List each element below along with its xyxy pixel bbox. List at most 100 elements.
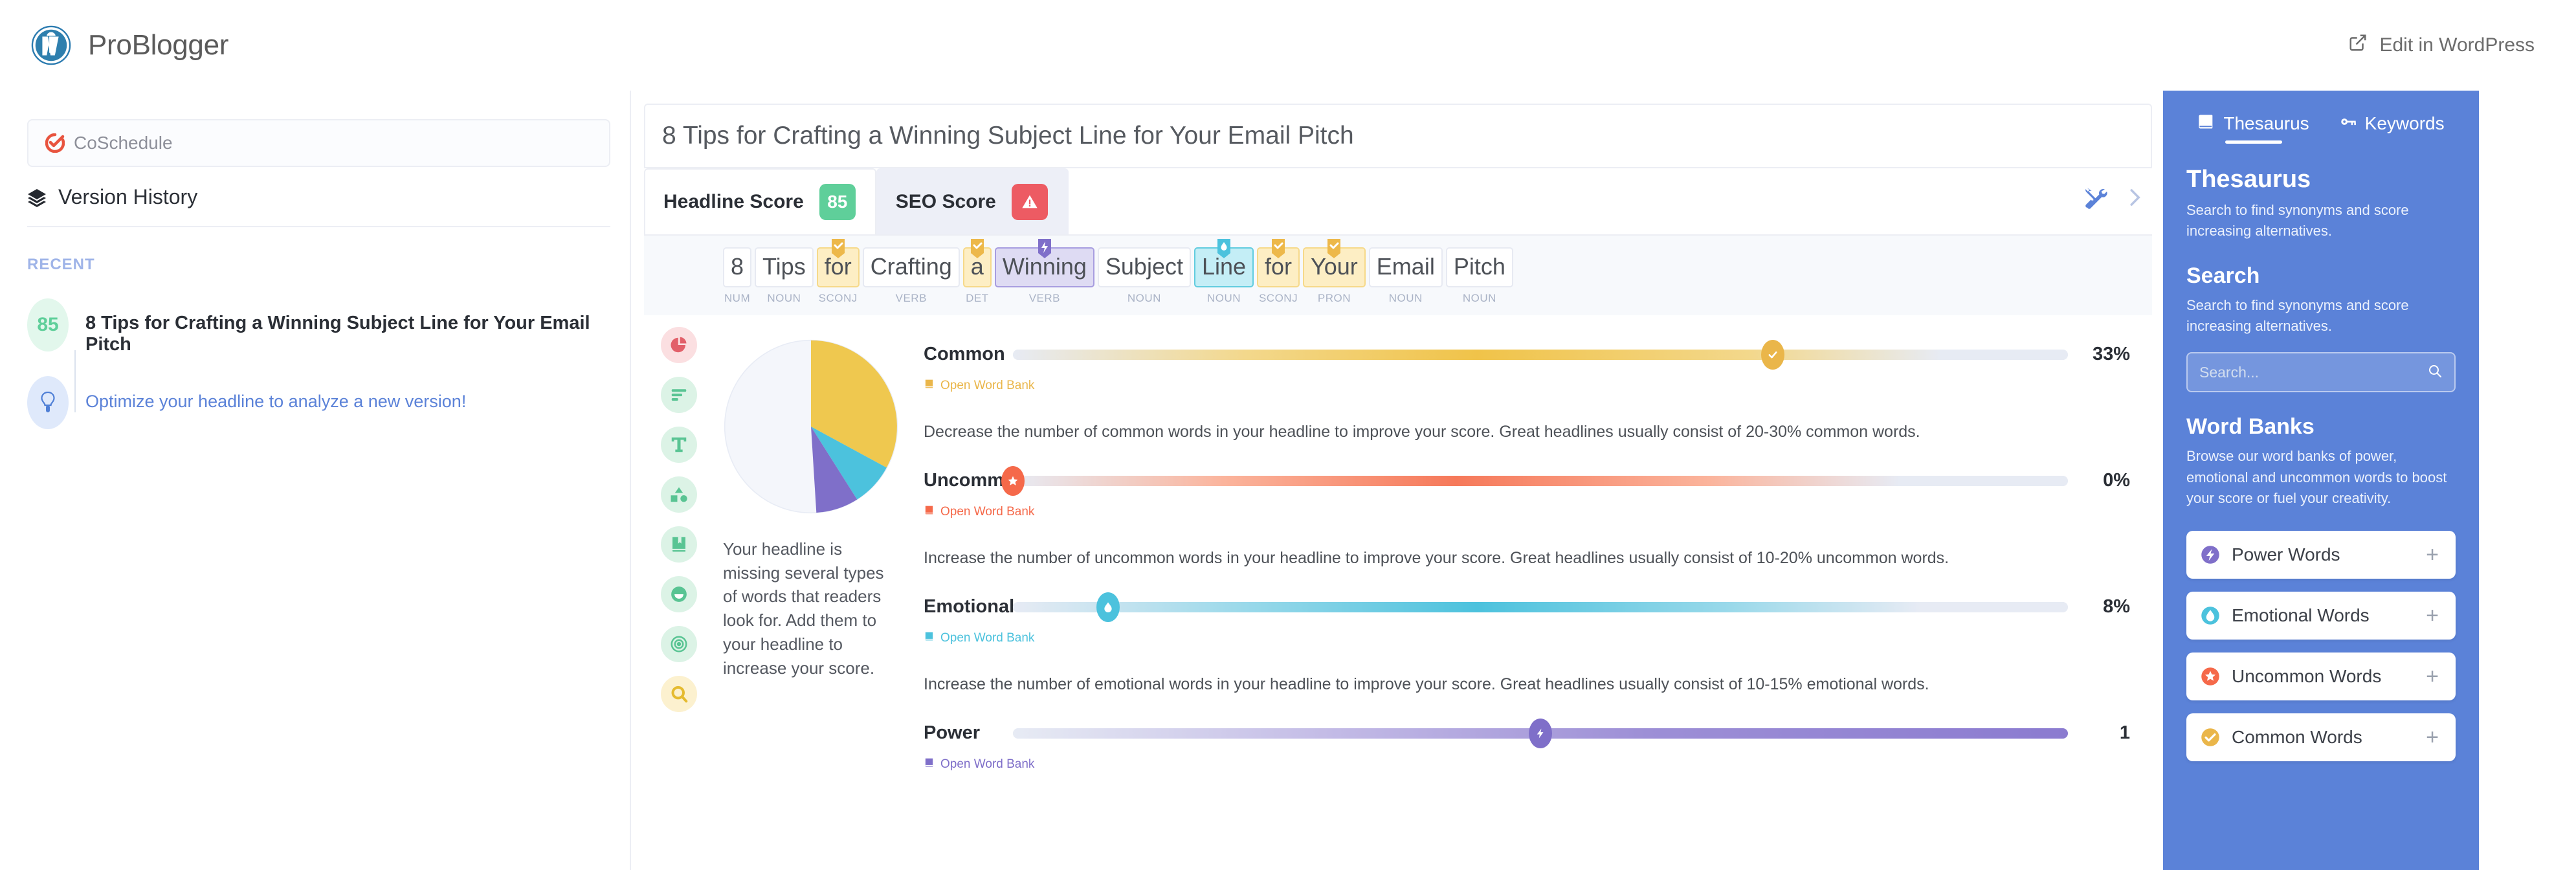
pos-word-chip[interactable]: Crafting xyxy=(863,247,960,287)
pos-word-tag: DET xyxy=(966,292,989,305)
book-icon xyxy=(2197,113,2215,134)
open-word-bank-link[interactable]: Open Word Bank xyxy=(924,377,2130,394)
open-word-bank-link[interactable]: Open Word Bank xyxy=(924,504,2130,520)
tab-keywords[interactable]: Keywords xyxy=(2339,113,2445,144)
check-badge-icon xyxy=(2201,728,2220,747)
thesaurus-search-box[interactable] xyxy=(2186,352,2456,392)
search-input[interactable] xyxy=(2199,364,2427,381)
word-score-row: Common 33% xyxy=(924,337,2130,372)
thesaurus-title: Thesaurus xyxy=(2186,166,2456,194)
pos-word-chip[interactable]: Subject xyxy=(1098,247,1191,287)
pos-word-tag: NOUN xyxy=(1127,292,1161,305)
pos-word[interactable]: 8NUM xyxy=(723,247,751,305)
tab-thesaurus[interactable]: Thesaurus xyxy=(2197,113,2309,144)
search-icon[interactable] xyxy=(2427,363,2443,382)
emotional-word-flag-icon xyxy=(1217,239,1231,258)
word-score-label: Common xyxy=(924,344,1013,365)
pos-word-tag: VERB xyxy=(896,292,927,305)
pie-chart-icon[interactable] xyxy=(661,327,697,363)
text-lines-icon[interactable] xyxy=(661,377,697,413)
open-word-bank-label: Open Word Bank xyxy=(940,379,1034,393)
add-word-bank-button[interactable]: + xyxy=(2426,544,2439,566)
headline-input[interactable]: 8 Tips for Crafting a Winning Subject Li… xyxy=(662,122,1354,150)
pos-word-chip[interactable]: Pitch xyxy=(1446,247,1513,287)
word-score-slider[interactable] xyxy=(1013,728,2068,739)
pos-word-tag: NOUN xyxy=(767,292,801,305)
timeline-item-optimize[interactable]: Optimize your headline to analyze a new … xyxy=(27,376,630,429)
pos-word-chip[interactable]: for xyxy=(1257,247,1300,287)
version-title: 8 Tips for Crafting a Winning Subject Li… xyxy=(85,298,630,355)
chevron-right-icon[interactable] xyxy=(2122,185,2147,213)
pos-word-chip[interactable]: Line xyxy=(1194,247,1254,287)
word-bank-card[interactable]: Emotional Words+ xyxy=(2186,592,2456,640)
edit-in-wordpress-label: Edit in WordPress xyxy=(2379,34,2535,56)
target-icon[interactable] xyxy=(661,626,697,662)
pos-word-chip[interactable]: a xyxy=(963,247,992,287)
pos-word[interactable]: forSCONJ xyxy=(1257,247,1300,305)
add-word-bank-button[interactable]: + xyxy=(2426,605,2439,627)
word-balance-note: Your headline is missing several types o… xyxy=(723,537,886,680)
word-bank-card[interactable]: Common Words+ xyxy=(2186,713,2456,761)
typography-t-icon[interactable] xyxy=(661,427,697,463)
search-section-description: Search to find synonyms and score increa… xyxy=(2186,295,2456,337)
word-score-knob[interactable] xyxy=(1096,592,1120,622)
pos-word[interactable]: YourPRON xyxy=(1303,247,1366,305)
sentiment-icon[interactable] xyxy=(661,576,697,612)
word-bank-label: Power Words xyxy=(2232,544,2426,565)
pos-word[interactable]: Crafting VERB xyxy=(863,247,960,305)
pos-word[interactable]: Pitch NOUN xyxy=(1446,247,1513,305)
open-word-bank-link[interactable]: Open Word Bank xyxy=(924,630,2130,647)
timeline-item-version[interactable]: 85 8 Tips for Crafting a Winning Subject… xyxy=(27,298,630,355)
word-bank-card[interactable]: Power Words+ xyxy=(2186,531,2456,579)
shapes-icon[interactable] xyxy=(661,476,697,513)
pos-word[interactable]: LineNOUN xyxy=(1194,247,1254,305)
word-score-slider[interactable] xyxy=(1013,350,2068,360)
coschedule-label: CoSchedule xyxy=(74,133,173,153)
edit-in-wordpress-link[interactable]: Edit in WordPress xyxy=(2348,33,2535,58)
pos-word[interactable]: Email NOUN xyxy=(1369,247,1443,305)
pos-word[interactable]: forSCONJ xyxy=(817,247,860,305)
timeline-gap xyxy=(27,355,630,376)
brand-name: ProBlogger xyxy=(88,29,228,61)
search-preview-icon[interactable] xyxy=(661,676,697,712)
word-score-row: Emotional8% xyxy=(924,590,2130,625)
top-bar: ProBlogger Edit in WordPress xyxy=(0,0,2576,91)
pos-word-tag: NOUN xyxy=(1463,292,1496,305)
version-history-button[interactable]: Version History xyxy=(27,185,630,209)
power-word-flag-icon xyxy=(1038,239,1052,258)
word-score-slider[interactable] xyxy=(1013,602,2068,612)
word-score-value: 33% xyxy=(2068,344,2130,365)
word-score-knob[interactable] xyxy=(1001,466,1025,496)
add-word-bank-button[interactable]: + xyxy=(2426,726,2439,748)
pos-word[interactable]: WinningVERB xyxy=(995,247,1094,305)
version-history-label: Version History xyxy=(58,185,197,209)
bolt-badge-icon xyxy=(2201,545,2220,564)
bookmark-book-icon[interactable] xyxy=(661,526,697,563)
tab-headline-score[interactable]: Headline Score 85 xyxy=(644,168,876,234)
word-score-knob[interactable] xyxy=(1761,340,1784,370)
tab-seo-score[interactable]: SEO Score xyxy=(876,168,1069,234)
tools-wrench-screwdriver-icon[interactable] xyxy=(2083,185,2108,213)
pos-word-chip[interactable]: 8 xyxy=(723,247,751,287)
pos-word[interactable]: Tips NOUN xyxy=(755,247,814,305)
pos-word-chip[interactable]: for xyxy=(817,247,860,287)
pos-word-chip[interactable]: Winning xyxy=(995,247,1094,287)
pos-word[interactable]: Subject NOUN xyxy=(1098,247,1191,305)
pos-word-chip[interactable]: Email xyxy=(1369,247,1443,287)
pos-word-chip[interactable]: Tips xyxy=(755,247,814,287)
pos-word-chip[interactable]: Your xyxy=(1303,247,1366,287)
word-bank-card[interactable]: Uncommon Words+ xyxy=(2186,652,2456,700)
coschedule-button[interactable]: CoSchedule xyxy=(27,119,610,167)
headline-input-card[interactable]: 8 Tips for Crafting a Winning Subject Li… xyxy=(644,104,2152,168)
word-balance-pie-chart xyxy=(723,339,899,515)
word-score-slider[interactable] xyxy=(1013,476,2068,486)
optimize-prompt[interactable]: Optimize your headline to analyze a new … xyxy=(85,376,466,412)
word-score-knob[interactable] xyxy=(1529,719,1552,748)
timeline-connector xyxy=(74,350,76,412)
open-word-bank-link[interactable]: Open Word Bank xyxy=(924,756,2130,773)
add-word-bank-button[interactable]: + xyxy=(2426,665,2439,687)
tab-keywords-underline xyxy=(2363,140,2420,144)
pos-word[interactable]: a DET xyxy=(963,247,992,305)
droplet-badge-icon xyxy=(2201,606,2220,625)
pos-word-tag: NOUN xyxy=(1389,292,1423,305)
